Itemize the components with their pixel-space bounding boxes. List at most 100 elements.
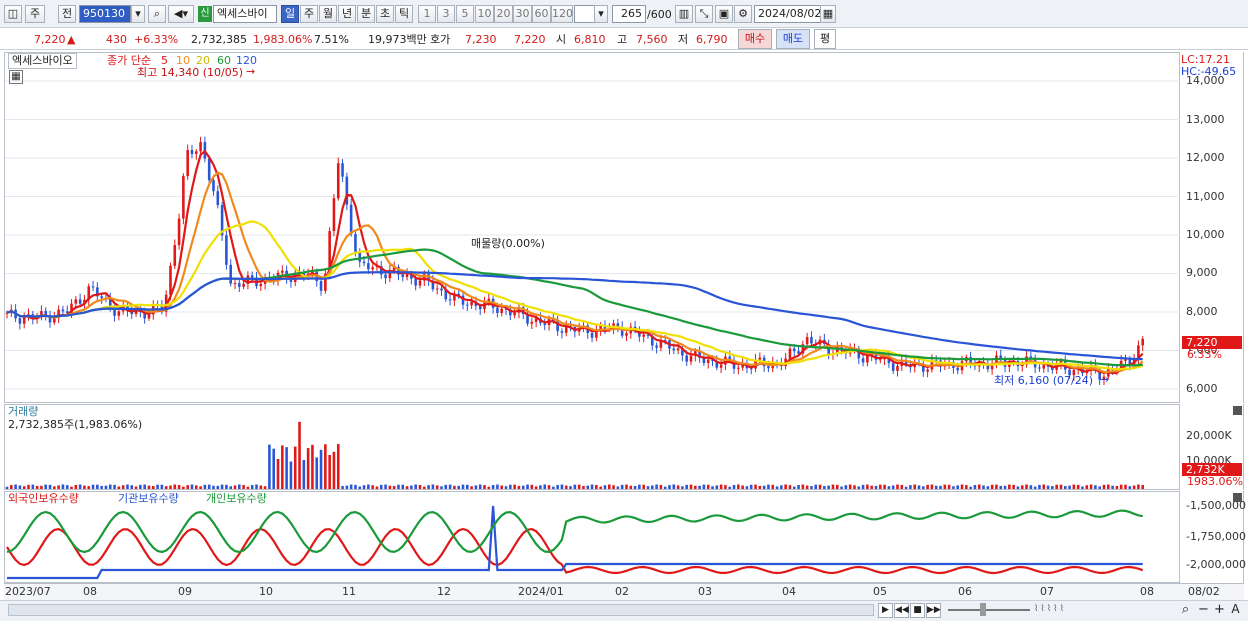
- close-volume-pane-icon[interactable]: [1233, 406, 1242, 415]
- zoom-slider[interactable]: [948, 609, 1030, 611]
- volume-bar: [500, 485, 504, 489]
- interval-3-button[interactable]: 3: [437, 5, 455, 23]
- volume-bar: [392, 485, 396, 489]
- volume-bar: [371, 485, 374, 489]
- volume-bar: [478, 484, 482, 489]
- x-label: 2024/01: [518, 585, 564, 598]
- stop-icon[interactable]: ■: [910, 603, 925, 618]
- stock-name-field[interactable]: 엑세스바이: [213, 5, 277, 23]
- bar-count-input[interactable]: 265: [612, 5, 646, 23]
- interval-5-button[interactable]: 5: [456, 5, 474, 23]
- volume-bar: [190, 484, 194, 489]
- zoom-in-icon[interactable]: +: [1212, 603, 1227, 618]
- volume-bar: [384, 484, 387, 489]
- rewind-icon[interactable]: ◀◀: [894, 603, 909, 618]
- period-second-button[interactable]: 초: [376, 5, 394, 23]
- zoom-slider-handle[interactable]: [980, 603, 986, 616]
- candle-body: [926, 369, 929, 372]
- volume-bar: [100, 486, 103, 489]
- volume-bar: [35, 485, 39, 489]
- interval-dropdown-icon[interactable]: ▾: [594, 5, 608, 23]
- calendar-icon[interactable]: ▦: [820, 5, 836, 23]
- volume-bar: [306, 448, 310, 489]
- volume-bar: [1003, 485, 1007, 489]
- close-holdings-pane-icon[interactable]: [1233, 493, 1242, 502]
- volume-bar: [126, 484, 129, 489]
- candle-body: [332, 198, 336, 232]
- x-right-label: 08/02: [1188, 585, 1220, 598]
- period-day-button[interactable]: 일: [281, 5, 299, 23]
- volume-bar: [1016, 486, 1020, 489]
- volume-bar: [349, 484, 353, 489]
- min-arrow-icon: →: [1100, 373, 1110, 386]
- volume-bar: [242, 485, 245, 489]
- speaker-icon[interactable]: ◀▾: [168, 5, 194, 23]
- holdings-pane[interactable]: [4, 491, 1180, 583]
- volume-bar: [883, 484, 886, 489]
- drawing-tools-icon[interactable]: ⌇⌇⌇⌇⌇: [1034, 603, 1134, 618]
- scroll-track[interactable]: [8, 604, 874, 616]
- volume-bar: [590, 484, 594, 489]
- buy-button[interactable]: 매수: [738, 29, 772, 49]
- table-view-icon[interactable]: ▦: [9, 70, 23, 84]
- save-icon[interactable]: ▣: [715, 5, 733, 23]
- auto-scale-icon[interactable]: A: [1228, 603, 1243, 618]
- price-chart-pane[interactable]: [4, 52, 1181, 403]
- volume-bar: [336, 444, 340, 489]
- date-input[interactable]: 2024/08/02: [754, 5, 824, 23]
- mode-button[interactable]: 주: [25, 5, 45, 23]
- code-dropdown-icon[interactable]: ▾: [131, 5, 145, 23]
- period-tick-button[interactable]: 틱: [395, 5, 413, 23]
- volume-bar: [780, 485, 783, 489]
- candle-body: [207, 158, 211, 181]
- volume-bar: [272, 448, 276, 489]
- sell-button[interactable]: 매도: [776, 29, 810, 49]
- x-label: 09: [178, 585, 192, 598]
- period-year-button[interactable]: 년: [338, 5, 356, 23]
- scroll-right-icon[interactable]: ▶: [878, 603, 893, 618]
- window-icon[interactable]: ◫: [4, 5, 22, 23]
- volume-bar: [225, 484, 228, 489]
- interval-10-button[interactable]: 10: [475, 5, 494, 23]
- volume-pane[interactable]: [4, 404, 1180, 490]
- search-icon[interactable]: ⌕: [148, 5, 166, 23]
- volume-bar: [702, 484, 706, 489]
- interval-30-button[interactable]: 30: [513, 5, 532, 23]
- candle-icon[interactable]: ▥: [675, 5, 693, 23]
- volume-bar: [930, 484, 934, 489]
- interval-120-button[interactable]: 120: [551, 5, 573, 23]
- stock-code-input[interactable]: 950130: [79, 5, 131, 23]
- volume-bar: [526, 484, 529, 489]
- volume-bar: [1046, 485, 1050, 489]
- volume-bar: [629, 485, 633, 489]
- volume-bar: [345, 485, 349, 489]
- zoom-out-icon[interactable]: −: [1196, 603, 1211, 618]
- volume-bar: [401, 484, 405, 489]
- x-label: 04: [782, 585, 796, 598]
- interval-1-button[interactable]: 1: [418, 5, 436, 23]
- volume-bar: [1081, 486, 1084, 489]
- stock-name-tab[interactable]: 엑세스바이오: [8, 53, 77, 69]
- interval-60-button[interactable]: 60: [532, 5, 551, 23]
- period-week-button[interactable]: 주: [300, 5, 318, 23]
- period-month-button[interactable]: 월: [319, 5, 337, 23]
- volume-bar: [509, 484, 512, 489]
- candle-body: [61, 309, 65, 312]
- fast-forward-icon[interactable]: ▶▶: [926, 603, 941, 618]
- volume-bar: [414, 484, 417, 489]
- candle-body: [354, 234, 357, 252]
- period-minute-button[interactable]: 분: [357, 5, 375, 23]
- gear-icon[interactable]: ⚙: [734, 5, 752, 23]
- zoom-icon[interactable]: ⌕: [1178, 603, 1193, 618]
- line-tool-icon[interactable]: ⤡: [695, 5, 713, 23]
- volume-bar: [633, 485, 637, 489]
- volume-bar: [577, 484, 581, 489]
- prev-button[interactable]: 전: [58, 5, 76, 23]
- bar-count-max: /600: [647, 8, 672, 21]
- volume-bar: [422, 486, 426, 489]
- candle-body: [173, 245, 177, 266]
- interval-20-button[interactable]: 20: [494, 5, 513, 23]
- candle-body: [891, 363, 895, 371]
- eval-button[interactable]: 평: [814, 29, 836, 49]
- candle-body: [1029, 356, 1033, 358]
